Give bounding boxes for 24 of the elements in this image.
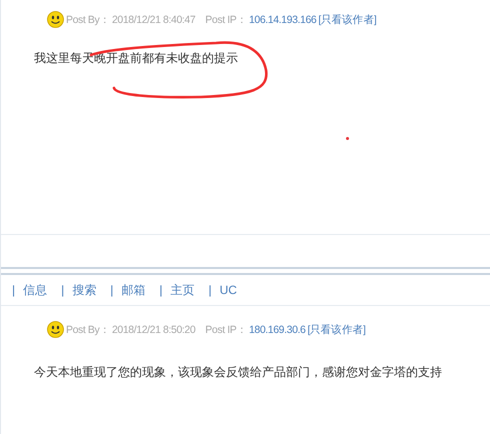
nav-link[interactable]: 主页 [170, 282, 194, 298]
post-ip: 180.169.30.6 [248, 324, 306, 336]
separator: | [110, 283, 114, 297]
separator: | [12, 283, 16, 297]
post-by-label: Post By： [66, 12, 110, 26]
separator: | [61, 283, 64, 297]
nav-link[interactable]: UC [220, 283, 237, 297]
author-only-link[interactable]: [只看该作者] [318, 12, 376, 26]
post-time: 2018/12/21 8:40:47 [112, 14, 196, 26]
post-ip-label: Post IP： [205, 322, 247, 336]
nav-link[interactable]: 搜索 [72, 282, 96, 298]
post-time: 2018/12/21 8:50:20 [112, 324, 196, 336]
separator: | [208, 283, 212, 297]
post-ip-label: Post IP： [205, 12, 247, 26]
nav-link[interactable]: 信息 [23, 282, 48, 298]
nav-link[interactable]: 邮箱 [121, 282, 146, 298]
post-by-label: Post By： [66, 322, 110, 336]
smiley-icon [47, 11, 64, 28]
separator: | [159, 283, 162, 297]
author-only-link[interactable]: [只看该作者] [307, 322, 366, 336]
smiley-icon [47, 321, 64, 338]
dot-mark [346, 137, 349, 140]
post-ip: 106.14.193.166 [248, 14, 316, 26]
post-body: 今天本地重现了您的现象，该现象会反馈给产品部门，感谢您对金字塔的支持 [34, 365, 442, 379]
